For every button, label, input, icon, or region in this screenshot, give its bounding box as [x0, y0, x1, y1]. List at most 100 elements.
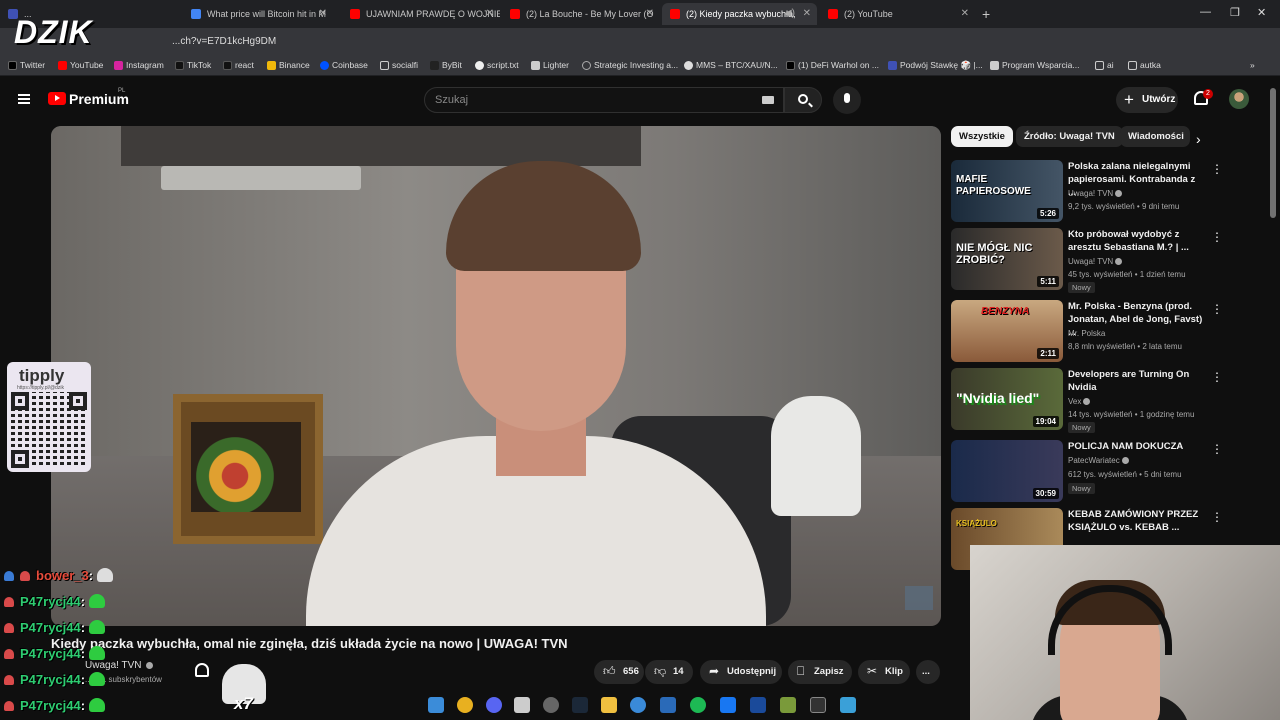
close-tab-icon[interactable]: ✕ [319, 3, 327, 25]
minimize-icon[interactable]: — [1200, 6, 1211, 18]
discord-icon[interactable] [486, 697, 502, 713]
bookmark-strategic-investing[interactable]: Strategic Investing a... [582, 60, 678, 70]
page-scrollbar[interactable] [1270, 88, 1276, 218]
app-icon[interactable] [780, 697, 796, 713]
bookmark-script[interactable]: script.txt [475, 60, 519, 70]
windows-start-icon[interactable] [428, 697, 444, 713]
bookmark-program-wsparcia[interactable]: Program Wsparcia... [990, 60, 1079, 70]
clip-button[interactable]: ✂ Klip [858, 660, 910, 684]
account-avatar[interactable] [1229, 89, 1249, 109]
restore-icon[interactable]: ❐ [1230, 6, 1240, 19]
qr-finder-pattern [69, 392, 87, 410]
channel-name[interactable]: PatecWariatec [1068, 456, 1129, 465]
video-duration: 30:59 [1032, 488, 1059, 499]
github-desktop-icon[interactable] [543, 697, 559, 713]
browser-tab[interactable]: What price will Bitcoin hit in M ✕ [183, 3, 333, 25]
dislike-button[interactable]: 👎︎ 14 [645, 660, 693, 684]
spotify-icon[interactable] [690, 697, 706, 713]
close-tab-icon[interactable]: ✕ [486, 3, 494, 25]
more-options-icon[interactable]: ⋮ [1211, 230, 1223, 244]
chip-news[interactable]: Wiadomości [1120, 126, 1190, 147]
browser-tab-active[interactable]: (2) Kiedy paczka wybuchła, ◀) ✕ [662, 3, 817, 25]
bookmarks-overflow-icon[interactable]: » [1250, 60, 1255, 70]
video-title[interactable]: Kto próbował wydobyć z aresztu Sebastian… [1068, 228, 1203, 254]
bookmark-youtube[interactable]: YouTube [58, 60, 103, 70]
url-field[interactable]: ...ch?v=E7D1kcHg9DM [172, 36, 276, 47]
bookmark-bybit[interactable]: ByBit [430, 60, 462, 70]
bookmark-twitter[interactable]: Twitter [8, 60, 45, 70]
bookmark-podwoj-stawke[interactable]: Podwój Stawkę 🎲 |... [888, 60, 983, 71]
video-thumbnail[interactable]: NIE MÓGŁ NIC ZROBIĆ? 5:11 [951, 228, 1063, 290]
bookmark-coinbase[interactable]: Coinbase [320, 60, 368, 70]
menu-hamburger-icon[interactable] [18, 94, 30, 104]
video-title[interactable]: KEBAB ZAMÓWIONY PRZEZ KSIĄŻULO vs. KEBAB… [1068, 508, 1203, 534]
speaker-icon[interactable]: ◀) [784, 3, 795, 25]
app-icon[interactable] [514, 697, 530, 713]
browser-tab[interactable]: UJAWNIAM PRAWDĘ O WOJNIE ✕ [342, 3, 500, 25]
more-options-icon[interactable]: ⋮ [1211, 302, 1223, 316]
close-tab-icon[interactable]: ✕ [646, 3, 654, 25]
video-thumbnail[interactable]: 30:59 [951, 440, 1063, 502]
channel-name[interactable]: Vex [1068, 397, 1091, 406]
bookmark-lighter[interactable]: Lighter [531, 60, 569, 70]
terminal-icon[interactable] [810, 697, 826, 713]
more-options-icon[interactable]: ⋮ [1211, 510, 1223, 524]
tipply-logo: tipply [19, 366, 65, 385]
file-explorer-icon[interactable] [601, 697, 617, 713]
bookmark-tiktok[interactable]: TikTok [175, 60, 211, 70]
recommended-video[interactable]: 30:59 POLICJA NAM DOKUCZA PatecWariatec … [951, 440, 1223, 504]
youtube-logo-icon[interactable] [48, 92, 66, 105]
more-options-icon[interactable]: ⋮ [1211, 370, 1223, 384]
close-tab-icon[interactable]: ✕ [803, 3, 811, 25]
video-thumbnail[interactable]: MAFIE PAPIEROSOWE 5:26 [951, 160, 1063, 222]
channel-watermark[interactable] [905, 586, 933, 610]
chrome-icon[interactable] [457, 697, 473, 713]
video-title[interactable]: Developers are Turning On Nvidia [1068, 368, 1203, 394]
chevron-right-icon[interactable]: › [1196, 131, 1201, 147]
recommended-video[interactable]: NIE MÓGŁ NIC ZROBIĆ? 5:11 Kto próbował w… [951, 228, 1223, 293]
bookmark-defi-warhol[interactable]: (1) DeFi Warhol on ... [786, 60, 879, 70]
bookmark-folder-ai[interactable]: ai [1095, 60, 1114, 70]
search-input[interactable]: Szukaj [424, 87, 784, 113]
voice-search-mic-icon[interactable] [833, 86, 861, 114]
keyboard-icon[interactable] [762, 96, 774, 104]
video-player[interactable] [51, 126, 941, 626]
chip-all[interactable]: Wszystkie [951, 126, 1013, 147]
video-kettle [771, 396, 861, 516]
app-icon[interactable] [720, 697, 736, 713]
bookmark-folder-socialfi[interactable]: socialfi [380, 60, 418, 70]
video-thumbnail[interactable]: BENZYNA 2:11 [951, 300, 1063, 362]
bookmark-instagram[interactable]: Instagram [114, 60, 164, 70]
channel-name[interactable]: Uwaga! TVN [1068, 257, 1123, 266]
app-icon[interactable] [630, 697, 646, 713]
video-thumbnail[interactable]: "Nvidia lied" 19:04 [951, 368, 1063, 430]
create-button[interactable]: + Utwórz [1116, 87, 1178, 113]
app-icon[interactable] [660, 697, 676, 713]
bookmark-mms[interactable]: MMS – BTC/XAU/N... [684, 60, 778, 70]
bookmark-folder-autka[interactable]: autka [1128, 60, 1161, 70]
save-button[interactable]: ⎕ Zapisz [788, 660, 852, 684]
video-title[interactable]: POLICJA NAM DOKUCZA [1068, 440, 1203, 453]
recommended-video[interactable]: "Nvidia lied" 19:04 Developers are Turni… [951, 368, 1223, 433]
new-tab-button[interactable]: + [978, 3, 998, 25]
chip-source[interactable]: Źródło: Uwaga! TVN [1016, 126, 1123, 147]
channel-name[interactable]: Uwaga! TVN [1068, 189, 1123, 198]
channel-name[interactable]: Mr. Polska [1068, 329, 1105, 338]
search-button[interactable] [784, 87, 822, 113]
browser-tab[interactable]: (2) La Bouche - Be My Lover (O ✕ [502, 3, 660, 25]
bookmark-react[interactable]: react [223, 60, 254, 70]
more-options-icon[interactable]: ⋮ [1211, 162, 1223, 176]
like-button[interactable]: 👍︎ 656 [594, 660, 644, 684]
browser-tab[interactable]: (2) YouTube ✕ [820, 3, 975, 25]
recommended-video[interactable]: BENZYNA 2:11 Mr. Polska - Benzyna (prod.… [951, 300, 1223, 364]
recommended-video[interactable]: MAFIE PAPIEROSOWE 5:26 Polska zalana nie… [951, 160, 1223, 224]
bookmark-binance[interactable]: Binance [267, 60, 310, 70]
notepad-icon[interactable] [840, 697, 856, 713]
close-tab-icon[interactable]: ✕ [961, 3, 969, 25]
close-window-icon[interactable]: ✕ [1257, 6, 1266, 19]
share-button[interactable]: ➦ Udostępnij [700, 660, 782, 684]
app-icon[interactable] [750, 697, 766, 713]
steam-icon[interactable] [572, 697, 588, 713]
more-actions-button[interactable]: ... [916, 660, 940, 684]
more-options-icon[interactable]: ⋮ [1211, 442, 1223, 456]
